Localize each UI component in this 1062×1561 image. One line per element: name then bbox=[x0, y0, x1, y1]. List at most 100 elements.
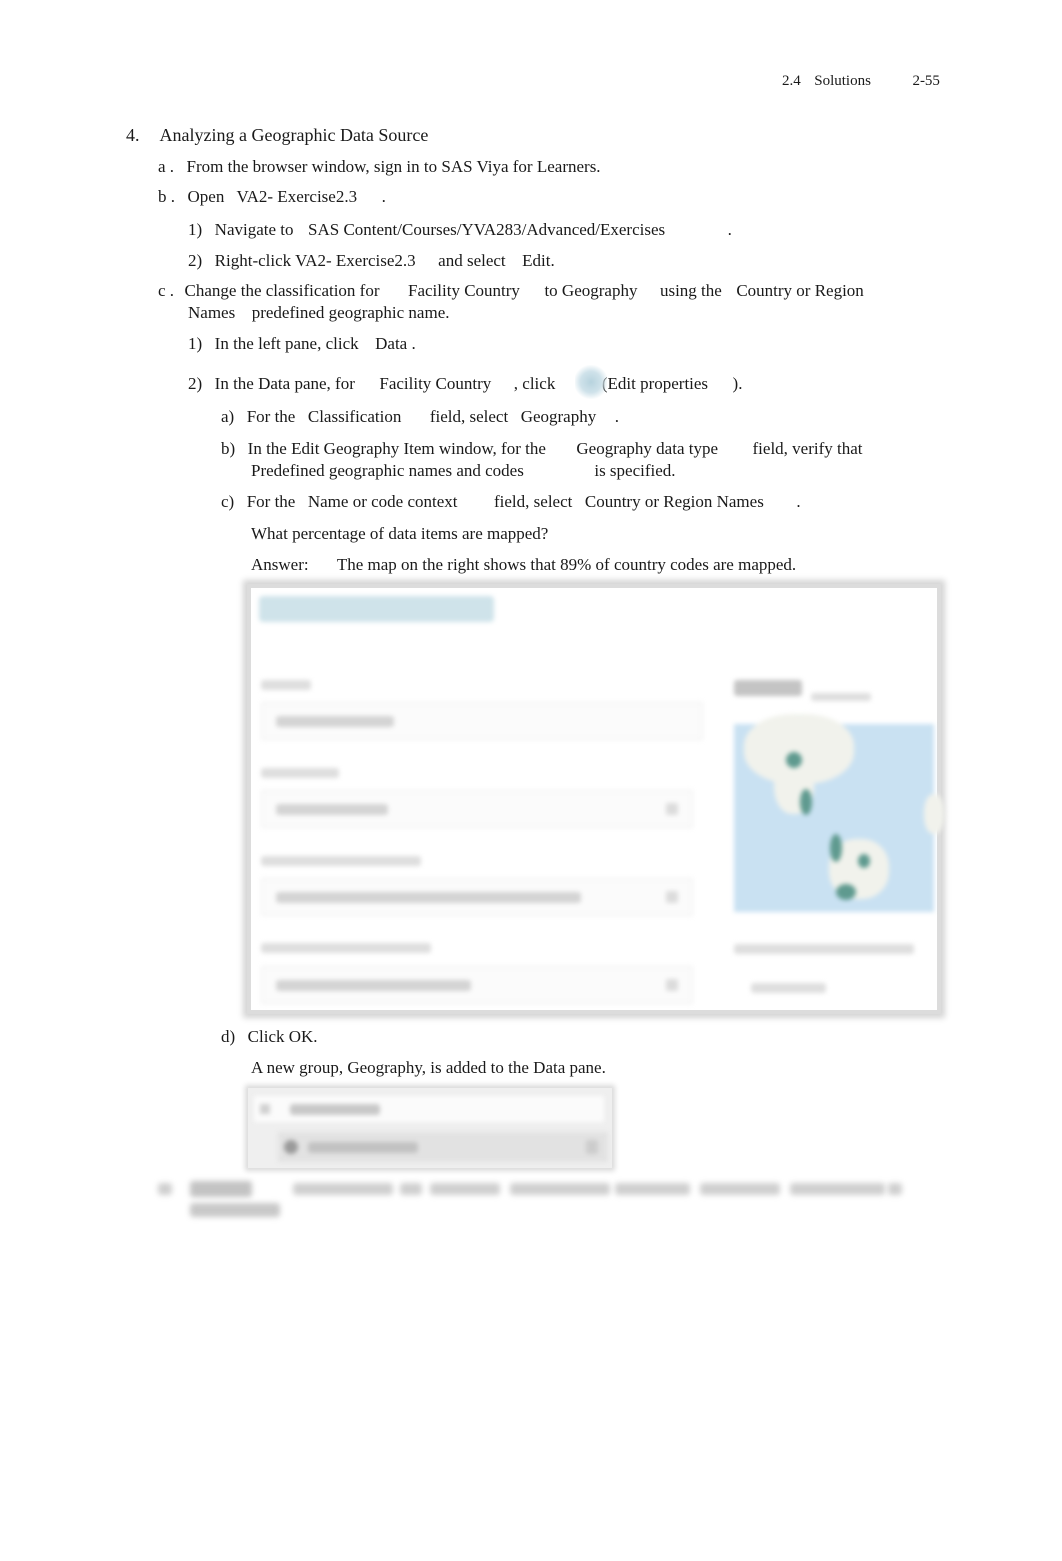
data-item-name: Facility Country bbox=[379, 374, 492, 393]
field-label bbox=[261, 768, 339, 778]
step-c-line2: Names predefined geographic name. bbox=[188, 303, 450, 323]
punctuation: . bbox=[796, 492, 801, 511]
punctuation: ). bbox=[732, 374, 743, 393]
step-text: is specified. bbox=[594, 461, 676, 480]
step-text: , click bbox=[513, 374, 556, 393]
step-text: In the left pane, click bbox=[214, 334, 359, 353]
collapse-icon bbox=[260, 1104, 270, 1114]
step-text: and select bbox=[438, 251, 506, 270]
step-text: to Geography bbox=[544, 281, 638, 300]
step-marker: b . bbox=[158, 187, 175, 206]
step-marker: a . bbox=[158, 157, 175, 176]
step-c-2-c: c) For the Name or code context field, s… bbox=[221, 492, 801, 512]
question-text: What percentage of data items are mapped… bbox=[251, 524, 549, 543]
step-text: Right-click bbox=[214, 251, 292, 270]
chevron-down-icon bbox=[666, 891, 678, 903]
step-marker: c . bbox=[158, 281, 175, 300]
dialog-select bbox=[261, 790, 693, 828]
group-row bbox=[254, 1096, 604, 1122]
page-number: 2-55 bbox=[912, 73, 940, 89]
step-text: Open bbox=[187, 187, 225, 206]
unmapped-values-label bbox=[734, 944, 914, 954]
answer-text: The map on the right shows that 89% of c… bbox=[336, 555, 797, 574]
step-text: (Edit properties bbox=[601, 374, 709, 393]
field-label bbox=[261, 680, 311, 690]
step-b-2: 2) Right-click VA2- Exercise2.3 and sele… bbox=[188, 251, 555, 271]
step-marker: 1) bbox=[188, 334, 203, 353]
edit-geography-item-screenshot bbox=[247, 584, 944, 1014]
field-value: Predefined geographic names and codes bbox=[251, 461, 524, 480]
step-marker: d) bbox=[221, 1027, 236, 1046]
step-text: For the bbox=[246, 492, 296, 511]
map-point bbox=[858, 854, 870, 868]
map-point bbox=[800, 789, 812, 815]
mapped-percentage bbox=[734, 680, 802, 696]
note-text: A new group, Geography, is added to the … bbox=[251, 1058, 606, 1077]
field-name: Classification bbox=[307, 407, 402, 426]
step-a: a . From the browser window, sign in to … bbox=[158, 157, 601, 177]
step-text: using the bbox=[659, 281, 722, 300]
step-c-2: 2) In the Data pane, for Facility Countr… bbox=[188, 374, 742, 394]
answer-label: Answer: bbox=[251, 555, 309, 574]
map-point bbox=[830, 834, 842, 862]
edit-properties-icon bbox=[575, 365, 607, 399]
step-marker: b) bbox=[221, 439, 236, 458]
map-point bbox=[836, 884, 856, 900]
chevron-down-icon bbox=[666, 803, 678, 815]
geographic-option: Country or Region bbox=[736, 281, 864, 300]
mapped-caption bbox=[811, 693, 871, 701]
step-c-2-a: a) For the Classification field, select … bbox=[221, 407, 619, 427]
step-marker: a) bbox=[221, 407, 235, 426]
folder-path: SAS Content/Courses/YVA283/Advanced/Exer… bbox=[308, 220, 666, 239]
data-item-label bbox=[308, 1142, 418, 1153]
field-value: Country or Region Names bbox=[584, 492, 764, 511]
step-text: field, verify that bbox=[752, 439, 863, 458]
exercise-heading: 4. Analyzing a Geographic Data Source bbox=[126, 125, 428, 146]
answer: Answer: The map on the right shows that … bbox=[251, 555, 796, 575]
step-text: From the browser window, sign in to SAS … bbox=[186, 157, 601, 176]
step-c-2-d: d) Click OK. bbox=[221, 1027, 318, 1047]
step-text: Change the classification for bbox=[184, 281, 380, 300]
map-preview bbox=[734, 714, 944, 912]
step-text: In the Edit Geography Item window, for t… bbox=[247, 439, 546, 458]
punctuation: . bbox=[381, 187, 386, 206]
step-b-1: 1) Navigate to SAS Content/Courses/YVA28… bbox=[188, 220, 732, 240]
geography-icon bbox=[284, 1140, 298, 1154]
menu-action: Edit. bbox=[522, 251, 555, 270]
field-label bbox=[261, 943, 431, 953]
group-label bbox=[290, 1104, 380, 1115]
step-text: In the Data pane, for bbox=[214, 374, 355, 393]
step-marker: 2) bbox=[188, 251, 203, 270]
chevron-down-icon bbox=[666, 979, 678, 991]
step-marker: 1) bbox=[188, 220, 203, 239]
dialog-select bbox=[261, 878, 693, 916]
punctuation: . bbox=[614, 407, 619, 426]
punctuation: . bbox=[411, 334, 416, 353]
map-point bbox=[786, 752, 802, 768]
geographic-option: Names bbox=[188, 303, 236, 322]
exercise-title: Analyzing a Geographic Data Source bbox=[159, 125, 429, 145]
data-item-name: Facility Country bbox=[408, 281, 520, 300]
step-marker: c) bbox=[221, 492, 235, 511]
punctuation: . bbox=[727, 220, 732, 239]
data-pane-screenshot bbox=[248, 1088, 612, 1168]
field-label bbox=[261, 856, 421, 866]
step-c-2-b-line2: Predefined geographic names and codes is… bbox=[251, 461, 676, 481]
section-title: Solutions bbox=[814, 73, 871, 89]
step-c: c . Change the classification for Facili… bbox=[158, 281, 864, 301]
field-value: Geography bbox=[520, 407, 597, 426]
step-c-1: 1) In the left pane, click Data . bbox=[188, 334, 416, 354]
step-text: For the bbox=[246, 407, 296, 426]
report-name: VA2- Exercise2.3 bbox=[295, 251, 416, 270]
report-name: VA2- Exercise2.3 bbox=[236, 187, 358, 206]
edit-properties-icon bbox=[586, 1140, 598, 1154]
dialog-select bbox=[261, 966, 693, 1004]
step-text: Click OK. bbox=[247, 1027, 318, 1046]
unmapped-values-link bbox=[751, 983, 826, 993]
dialog-field bbox=[261, 702, 703, 740]
step-text: predefined geographic name. bbox=[251, 303, 450, 322]
field-name: Geography data type bbox=[576, 439, 719, 458]
pane-name: Data bbox=[375, 334, 408, 353]
step-text: Navigate to bbox=[214, 220, 294, 239]
data-item-row bbox=[278, 1132, 608, 1162]
